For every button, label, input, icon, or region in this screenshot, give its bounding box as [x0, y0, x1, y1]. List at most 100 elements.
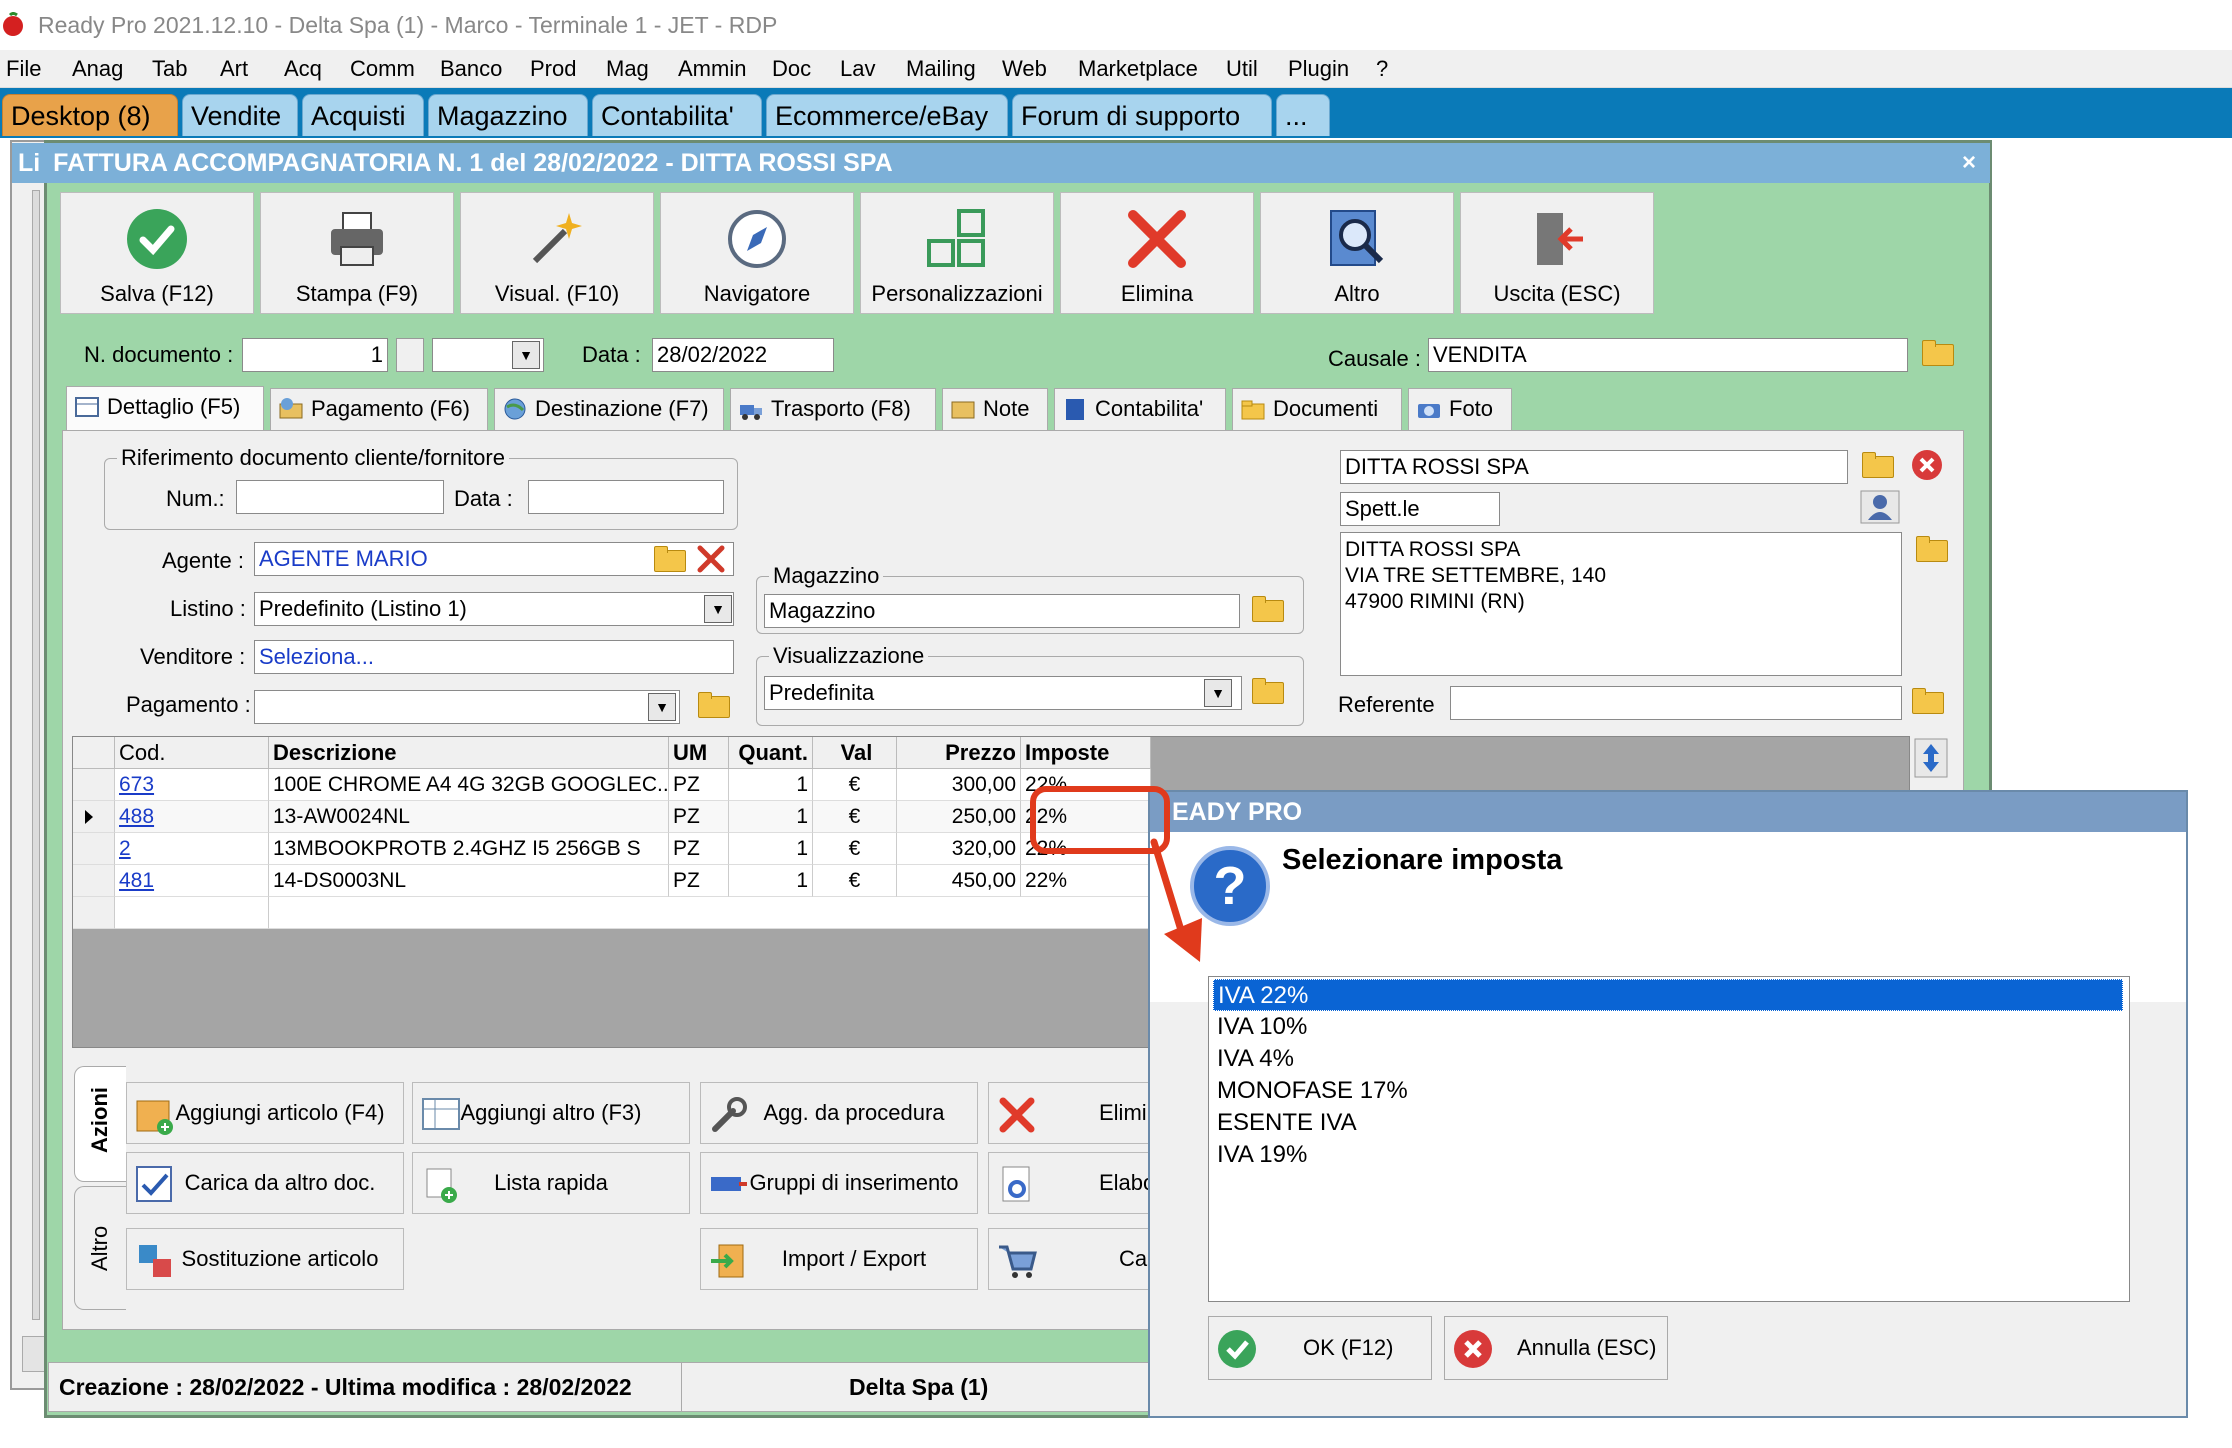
load-from-document-button[interactable]: Carica da altro doc.: [126, 1152, 404, 1214]
tab-magazzino[interactable]: Magazzino: [428, 94, 588, 136]
add-article-button[interactable]: Aggiungi articolo (F4): [126, 1082, 404, 1144]
document-number-spinner[interactable]: [396, 338, 424, 372]
table-row[interactable]: 673 100E CHROME A4 4G 32GB GOOGLEC... PZ…: [73, 769, 1151, 801]
document-number-input[interactable]: 1: [242, 338, 388, 372]
table-row[interactable]: 481 14-DS0003NL PZ 1 € 450,00 22%: [73, 865, 1151, 897]
list-item[interactable]: IVA 4%: [1213, 1043, 2123, 1075]
menu-help[interactable]: ?: [1376, 56, 1388, 82]
menu-anag[interactable]: Anag: [72, 56, 123, 82]
add-from-procedure-button[interactable]: Agg. da procedura: [700, 1082, 978, 1144]
menu-file[interactable]: File: [6, 56, 41, 82]
listino-select[interactable]: Predefinito (Listino 1): [254, 592, 734, 626]
tab-desktop[interactable]: Desktop (8): [2, 94, 178, 136]
seller-input[interactable]: Seleziona...: [254, 640, 734, 674]
side-tab-azioni[interactable]: Azioni: [74, 1066, 126, 1182]
tab-trasporto[interactable]: Trasporto (F8): [730, 388, 936, 430]
column-header-quant[interactable]: Quant.: [729, 737, 813, 769]
menu-lav[interactable]: Lav: [840, 56, 875, 82]
cell-cod[interactable]: 673: [115, 769, 269, 801]
cell-cod[interactable]: 488: [115, 801, 269, 833]
menu-marketplace[interactable]: Marketplace: [1078, 56, 1198, 82]
tab-forum[interactable]: Forum di supporto: [1012, 94, 1272, 136]
tab-contabilita-inner[interactable]: Contabilita': [1054, 388, 1226, 430]
print-button[interactable]: Stampa (F9): [260, 192, 454, 314]
cell-cod[interactable]: 481: [115, 865, 269, 897]
menu-tab[interactable]: Tab: [152, 56, 187, 82]
menu-plugin[interactable]: Plugin: [1288, 56, 1349, 82]
customer-name-input[interactable]: DITTA ROSSI SPA: [1340, 450, 1848, 484]
list-item[interactable]: ESENTE IVA: [1213, 1107, 2123, 1139]
delete-row-button[interactable]: Elimir: [988, 1082, 1152, 1144]
tab-destinazione[interactable]: Destinazione (F7): [494, 388, 724, 430]
tab-note[interactable]: Note: [942, 388, 1048, 430]
tab-foto[interactable]: Foto: [1408, 388, 1512, 430]
side-tab-altro[interactable]: Altro: [74, 1186, 126, 1310]
causale-input[interactable]: VENDITA: [1428, 338, 1908, 372]
date-input[interactable]: 28/02/2022: [652, 338, 834, 372]
table-row[interactable]: 2 13MBOOKPROTB 2.4GHZ I5 256GB S PZ 1 € …: [73, 833, 1151, 865]
list-item[interactable]: MONOFASE 17%: [1213, 1075, 2123, 1107]
payment-chevron-down-icon[interactable]: ▼: [648, 693, 676, 721]
tab-more[interactable]: ...: [1276, 94, 1330, 136]
scroll-arrows-icon[interactable]: [1914, 738, 1948, 778]
reference-date-input[interactable]: [528, 480, 724, 514]
tab-pagamento[interactable]: Pagamento (F6): [270, 388, 488, 430]
insert-groups-button[interactable]: Gruppi di inserimento: [700, 1152, 978, 1214]
tab-contabilita[interactable]: Contabilita': [592, 94, 762, 136]
tab-documenti[interactable]: Documenti: [1232, 388, 1402, 430]
column-header-imposte[interactable]: Imposte: [1021, 737, 1151, 769]
warehouse-input[interactable]: Magazzino: [764, 594, 1240, 628]
column-header-prezzo[interactable]: Prezzo: [897, 737, 1021, 769]
tab-ecommerce[interactable]: Ecommerce/eBay: [766, 94, 1008, 136]
import-export-button[interactable]: Import / Export: [700, 1228, 978, 1290]
view-select[interactable]: Predefinita: [764, 676, 1242, 710]
customer-folder-icon[interactable]: [1860, 450, 1894, 480]
cell-cod[interactable]: 2: [115, 833, 269, 865]
customize-button[interactable]: Personalizzazioni: [860, 192, 1054, 314]
menu-acq[interactable]: Acq: [284, 56, 322, 82]
column-header-val[interactable]: Val: [813, 737, 897, 769]
folder-icon[interactable]: [1920, 338, 1954, 368]
add-other-button[interactable]: Aggiungi altro (F3): [412, 1082, 690, 1144]
menu-mailing[interactable]: Mailing: [906, 56, 976, 82]
cancel-button[interactable]: Annulla (ESC): [1444, 1316, 1668, 1380]
preview-button[interactable]: Visual. (F10): [460, 192, 654, 314]
menu-prod[interactable]: Prod: [530, 56, 576, 82]
address-folder-icon[interactable]: [1914, 534, 1948, 564]
cell-imposte[interactable]: 22%: [1021, 865, 1151, 897]
list-item[interactable]: IVA 19%: [1213, 1139, 2123, 1171]
quick-list-button[interactable]: Lista rapida: [412, 1152, 690, 1214]
delete-button[interactable]: Elimina: [1060, 192, 1254, 314]
save-button[interactable]: Salva (F12): [60, 192, 254, 314]
menu-banco[interactable]: Banco: [440, 56, 502, 82]
view-folder-icon[interactable]: [1250, 676, 1284, 706]
reference-num-input[interactable]: [236, 480, 444, 514]
menu-doc[interactable]: Doc: [772, 56, 811, 82]
referente-folder-icon[interactable]: [1910, 686, 1944, 716]
column-header-cod[interactable]: Cod.: [115, 737, 269, 769]
table-row-empty[interactable]: [73, 897, 1151, 929]
menu-comm[interactable]: Comm: [350, 56, 415, 82]
salutation-input[interactable]: Spett.le: [1340, 492, 1500, 526]
table-row[interactable]: 488 13-AW0024NL PZ 1 € 250,00 22%: [73, 801, 1151, 833]
menu-art[interactable]: Art: [220, 56, 248, 82]
cell-cod[interactable]: [115, 897, 269, 929]
column-header-um[interactable]: UM: [669, 737, 729, 769]
navigator-button[interactable]: Navigatore: [660, 192, 854, 314]
chevron-down-icon[interactable]: ▼: [512, 341, 540, 369]
tab-vendite[interactable]: Vendite: [182, 94, 298, 136]
tab-dettaglio[interactable]: Dettaglio (F5): [66, 386, 264, 432]
column-header-descrizione[interactable]: Descrizione: [269, 737, 669, 769]
other-button[interactable]: Altro: [1260, 192, 1454, 314]
tab-acquisti[interactable]: Acquisti: [302, 94, 424, 136]
payment-folder-icon[interactable]: [696, 690, 730, 720]
customer-address-box[interactable]: DITTA ROSSI SPA VIA TRE SETTEMBRE, 140 4…: [1340, 532, 1902, 676]
menu-mag[interactable]: Mag: [606, 56, 649, 82]
listino-chevron-down-icon[interactable]: ▼: [704, 595, 732, 623]
tax-options-list[interactable]: IVA 22% IVA 10% IVA 4% MONOFASE 17% ESEN…: [1208, 976, 2130, 1302]
customer-clear-icon[interactable]: [1910, 448, 1944, 482]
payment-select[interactable]: [254, 690, 680, 724]
menu-web[interactable]: Web: [1002, 56, 1047, 82]
view-chevron-down-icon[interactable]: ▼: [1204, 679, 1232, 707]
exit-button[interactable]: Uscita (ESC): [1460, 192, 1654, 314]
